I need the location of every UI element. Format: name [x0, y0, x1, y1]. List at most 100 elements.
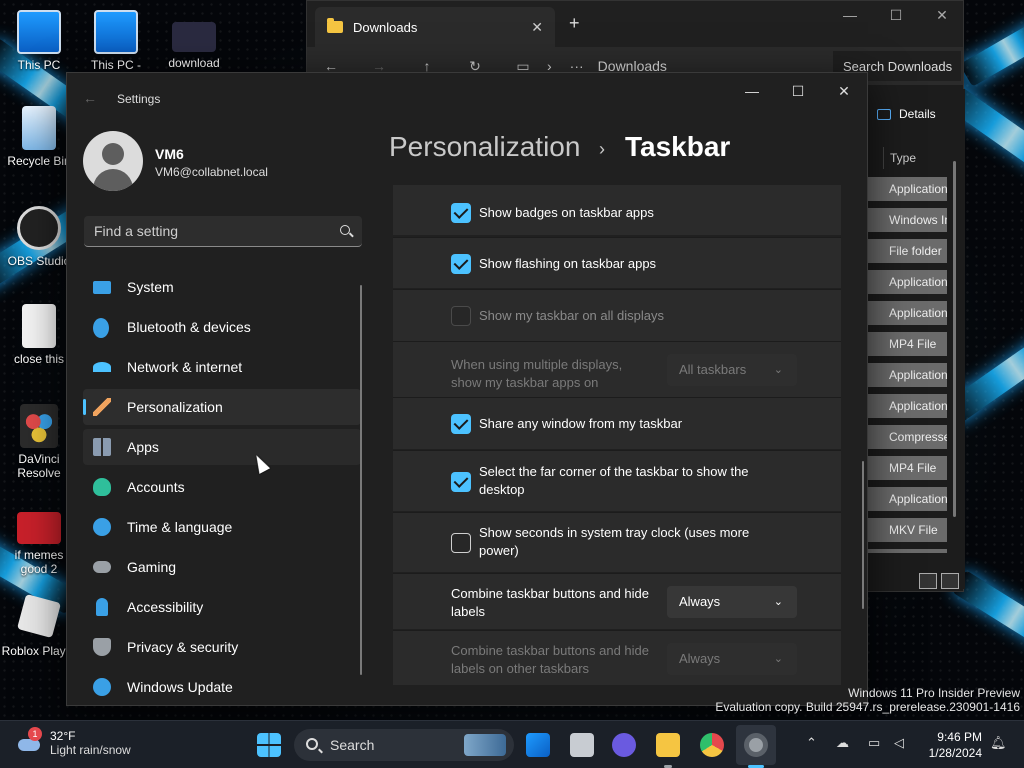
file-type-cell[interactable]: Application [867, 270, 947, 294]
display-icon[interactable]: ▭ [868, 735, 880, 751]
file-type-cell[interactable] [867, 549, 947, 553]
network-offline-icon[interactable]: ☁ [836, 735, 849, 751]
show-hidden-icons-chevron-icon[interactable]: ⌃ [806, 735, 817, 751]
nav-item-label: Privacy & security [127, 639, 239, 655]
flashing-checkbox[interactable] [451, 254, 471, 274]
nav-item-windows-update[interactable]: Windows Update [83, 669, 361, 705]
monitor-icon [17, 10, 61, 54]
content-scrollbar[interactable] [862, 461, 864, 609]
weather-condition: Light rain/snow [50, 743, 131, 757]
video-thumbnail-icon [17, 512, 61, 544]
maximize-icon[interactable]: ☐ [873, 7, 919, 24]
breadcrumb-separator: › [599, 139, 605, 159]
minimize-icon[interactable]: — [827, 7, 873, 24]
option-row-share-window[interactable]: Share any window from my taskbar [393, 397, 841, 449]
details-button[interactable]: Details [877, 107, 936, 121]
nav-item-personalization[interactable]: Personalization [83, 389, 361, 425]
details-view-icon[interactable] [919, 573, 937, 589]
multi-display-value: All taskbars [679, 362, 747, 377]
volume-muted-icon[interactable]: ◁ [894, 735, 904, 751]
download-thumbnail-icon [172, 22, 216, 52]
breadcrumb-parent[interactable]: Personalization [389, 131, 580, 163]
nav-item-network[interactable]: Network & internet [83, 349, 361, 385]
nav-item-time-language[interactable]: Time & language [83, 509, 361, 545]
find-setting-input[interactable]: Find a setting [84, 216, 362, 247]
nav-item-gaming[interactable]: Gaming [83, 549, 361, 585]
file-type-cell[interactable]: MKV File [867, 518, 947, 542]
desktop-icon-this-pc[interactable]: This PC [1, 10, 77, 72]
option-row-combine[interactable]: Combine taskbar buttons and hide labels … [393, 573, 841, 629]
settings-gear-icon[interactable] [744, 733, 768, 757]
file-type-cell[interactable]: MP4 File [867, 332, 947, 356]
microsoft-store-icon[interactable] [526, 733, 550, 757]
weather-text: 32°F Light rain/snow [50, 729, 131, 757]
chrome-icon[interactable] [700, 733, 724, 757]
chevron-down-icon: ⌄ [773, 596, 783, 608]
task-view-icon[interactable] [570, 733, 594, 757]
chat-icon[interactable] [612, 733, 636, 757]
combine-value: Always [679, 594, 721, 609]
nav-item-privacy[interactable]: Privacy & security [83, 629, 361, 665]
back-arrow-icon[interactable]: ← [83, 90, 97, 106]
nav-item-accounts[interactable]: Accounts [83, 469, 361, 505]
seconds-checkbox[interactable] [451, 533, 471, 553]
nav-item-label: Time & language [127, 519, 233, 535]
badges-checkbox[interactable] [451, 203, 471, 223]
nav-item-system[interactable]: System [83, 269, 361, 305]
file-type-cell[interactable]: Compressed [867, 425, 947, 449]
explorer-tab-downloads[interactable]: Downloads ✕ [315, 7, 555, 47]
file-type-cell[interactable]: Application [867, 301, 947, 325]
far-corner-checkbox[interactable] [451, 472, 471, 492]
maximize-icon[interactable]: ☐ [775, 77, 821, 105]
find-setting-placeholder: Find a setting [94, 223, 179, 239]
avatar[interactable] [83, 131, 143, 191]
flashing-label: Show flashing on taskbar apps [479, 256, 657, 271]
gamepad-icon [93, 561, 111, 573]
explorer-scrollbar[interactable] [953, 161, 956, 517]
new-tab-icon[interactable]: + [569, 13, 580, 34]
option-row-far-corner[interactable]: Select the far corner of the taskbar to … [393, 450, 841, 511]
file-type-cell[interactable]: Application [867, 487, 947, 511]
option-row-badges[interactable]: Show badges on taskbar apps [393, 185, 841, 235]
close-icon[interactable]: ✕ [821, 77, 867, 105]
close-icon[interactable]: ✕ [919, 7, 965, 24]
window-title: Settings [117, 92, 161, 106]
option-row-combine-other: Combine taskbar buttons and hide labels … [393, 630, 841, 685]
nav-item-bluetooth[interactable]: Bluetooth & devices [83, 309, 361, 345]
file-type-cell[interactable]: Application [867, 177, 947, 201]
desktop-icon-label: DaVinci Resolve [17, 452, 61, 480]
desktop-icon-download[interactable]: download [156, 22, 232, 70]
monitor-icon [93, 281, 111, 294]
settings-window[interactable]: ← Settings — ☐ ✕ VM6 VM6@collabnet.local… [66, 72, 868, 706]
tiles-view-icon[interactable] [941, 573, 959, 589]
taskbar-search[interactable]: Search [294, 729, 514, 761]
explorer-window-controls: — ☐ ✕ [827, 7, 965, 24]
file-explorer-icon[interactable] [656, 733, 680, 757]
clock-date: 1/28/2024 [928, 746, 982, 760]
file-type-cell[interactable]: Windows In [867, 208, 947, 232]
close-tab-icon[interactable]: ✕ [531, 19, 543, 36]
desktop-icon-this-pc-shortcut[interactable]: This PC - [78, 10, 154, 72]
nav-item-label: Accounts [127, 479, 185, 495]
nav-item-accessibility[interactable]: Accessibility [83, 589, 361, 625]
nav-item-apps[interactable]: Apps [83, 429, 361, 465]
seconds-label: Show seconds in system tray clock (uses … [479, 525, 750, 558]
recycle-bin-icon [22, 106, 56, 150]
badges-label: Show badges on taskbar apps [479, 205, 654, 220]
file-type-cell[interactable]: Application [867, 363, 947, 387]
notification-bell-icon[interactable]: 🔔︎ [990, 735, 1007, 751]
minimize-icon[interactable]: — [729, 77, 775, 105]
combine-dropdown[interactable]: Always ⌄ [667, 586, 797, 618]
search-icon[interactable] [340, 225, 350, 235]
option-row-seconds[interactable]: Show seconds in system tray clock (uses … [393, 512, 841, 572]
taskbar-clock[interactable]: 9:46 PM 1/28/2024 [922, 729, 982, 761]
weather-widget[interactable]: 1 32°F Light rain/snow [16, 727, 131, 757]
file-type-cell[interactable]: File folder [867, 239, 947, 263]
file-type-cell[interactable]: MP4 File [867, 456, 947, 480]
option-row-flashing[interactable]: Show flashing on taskbar apps [393, 237, 841, 288]
share-window-checkbox[interactable] [451, 414, 471, 434]
file-type-cell[interactable]: Application [867, 394, 947, 418]
nav-scrollbar[interactable] [360, 285, 362, 675]
apps-icon [93, 438, 111, 456]
text-document-icon [22, 304, 56, 348]
